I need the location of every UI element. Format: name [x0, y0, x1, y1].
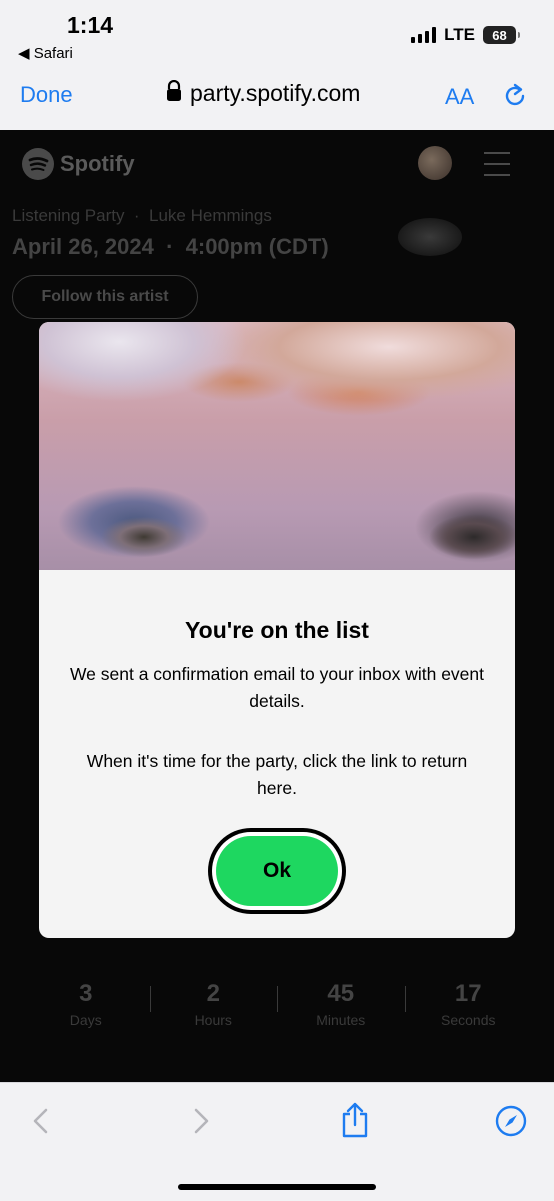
spotify-icon	[22, 148, 54, 180]
modal-title: You're on the list	[185, 617, 369, 643]
address-bar[interactable]: party.spotify.com	[166, 79, 361, 107]
home-indicator	[178, 1184, 376, 1190]
countdown-label: Minutes	[316, 1012, 366, 1028]
url-text: party.spotify.com	[190, 80, 361, 106]
text-size-label: AA	[445, 84, 475, 109]
countdown-minutes: 45 Minutes	[277, 980, 405, 1028]
confirmation-modal: You're on the list We sent a confirmatio…	[39, 322, 515, 938]
safari-bottom-toolbar	[0, 1082, 554, 1201]
signal-icon	[411, 27, 437, 43]
share-icon[interactable]	[340, 1101, 370, 1144]
countdown-seconds: 17 Seconds	[404, 980, 533, 1028]
countdown-label: Hours	[194, 1012, 232, 1028]
artist-photo	[39, 322, 515, 570]
status-time: 1:14	[67, 12, 114, 38]
spotify-wordmark: Spotify	[60, 151, 135, 176]
event-subtitle: Listening Party · Luke Hemmings	[12, 206, 272, 225]
ok-button[interactable]: Ok	[212, 832, 342, 910]
hamburger-menu-icon[interactable]	[484, 152, 510, 185]
countdown-hours: 2 Hours	[149, 980, 278, 1028]
countdown: 3 Days 2 Hours 45 Minutes 17 Seconds	[22, 980, 532, 1028]
countdown-value: 3	[79, 980, 93, 1007]
back-to-app-link[interactable]: ◀ Safari	[18, 44, 73, 62]
countdown-days: 3 Days	[22, 980, 150, 1028]
modal-message: We sent a confirmation email to your inb…	[69, 664, 485, 711]
ok-button-label: Ok	[216, 836, 338, 906]
countdown-value: 2	[206, 980, 220, 1007]
compass-icon[interactable]	[495, 1105, 527, 1142]
forward-arrow-icon[interactable]	[190, 1107, 212, 1140]
network-type: LTE	[444, 25, 475, 44]
modal-message-secondary: When it's time for the party, click the …	[86, 751, 468, 798]
back-arrow-icon[interactable]	[30, 1107, 52, 1140]
follow-artist-button[interactable]: Follow this artist	[12, 275, 198, 319]
countdown-label: Seconds	[441, 1012, 496, 1028]
spotify-logo[interactable]: Spotify	[22, 148, 135, 180]
done-button[interactable]: Done	[20, 82, 73, 108]
lock-icon	[166, 79, 182, 107]
reload-icon[interactable]	[503, 82, 529, 115]
event-date: April 26, 2024 · 4:00pm (CDT)	[12, 234, 329, 259]
text-size-button[interactable]: AA	[445, 84, 474, 110]
safari-top-bar: 1:14 ◀ Safari LTE 68 Done party.spotify.…	[0, 0, 554, 130]
countdown-value: 45	[327, 980, 355, 1007]
avatar[interactable]	[418, 146, 452, 180]
status-icons: LTE 68	[411, 25, 520, 45]
countdown-label: Days	[69, 1012, 102, 1028]
background-light	[398, 218, 462, 256]
battery-icon: 68	[483, 26, 520, 44]
countdown-value: 17	[454, 980, 482, 1007]
